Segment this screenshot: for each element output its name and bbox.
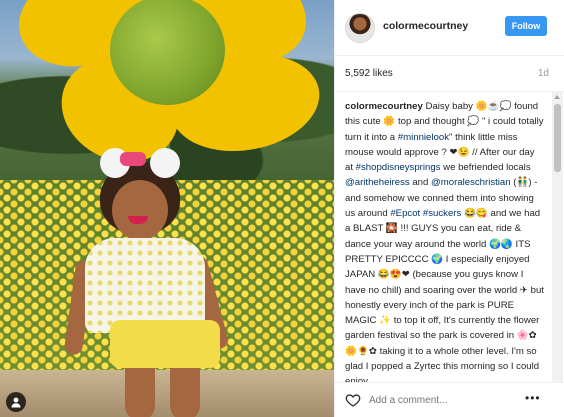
mention-link[interactable]: @aritheheiress [345, 177, 410, 188]
post-header: colormecourtney Follow [335, 0, 564, 56]
mention-link[interactable]: @moraleschristian [431, 177, 511, 188]
scrollbar[interactable] [552, 92, 563, 382]
follow-button[interactable]: Follow [505, 16, 547, 36]
timestamp[interactable]: 1d [538, 68, 549, 79]
more-options-icon[interactable]: ••• [525, 391, 541, 405]
hashtag-link[interactable]: #shopdisneysprings [356, 162, 441, 173]
caption-username[interactable]: colormecourtney [345, 101, 423, 112]
comment-bar: ••• [335, 382, 564, 417]
flower-bow [120, 152, 146, 166]
mouse-ear [150, 148, 180, 178]
username-link[interactable]: colormecourtney [383, 20, 468, 32]
caption: colormecourtney Daisy baby 🌼☕💭 found thi… [345, 101, 544, 382]
user-tag-icon[interactable] [6, 392, 26, 412]
likes-row: 5,592 likes 1d [335, 56, 564, 92]
person [63, 148, 230, 417]
daisy-top [85, 238, 205, 333]
post-photo[interactable] [0, 0, 334, 417]
hashtag-link[interactable]: #suckers [423, 208, 461, 219]
scrollbar-thumb[interactable] [554, 104, 561, 172]
hashtag-link[interactable]: #Epcot [390, 208, 420, 219]
caption-area: colormecourtney Daisy baby 🌼☕💭 found thi… [335, 92, 551, 382]
hashtag-link[interactable]: #minnielook [398, 132, 449, 143]
flower-center [110, 0, 225, 105]
heart-icon[interactable] [345, 392, 361, 408]
likes-count[interactable]: 5,592 likes [345, 68, 393, 79]
comment-input[interactable] [369, 390, 519, 410]
yellow-skirt [110, 320, 220, 368]
post-sidebar: colormecourtney Follow 5,592 likes 1d co… [334, 0, 564, 417]
avatar[interactable] [345, 13, 375, 43]
scroll-up-arrow-icon[interactable] [554, 95, 560, 99]
